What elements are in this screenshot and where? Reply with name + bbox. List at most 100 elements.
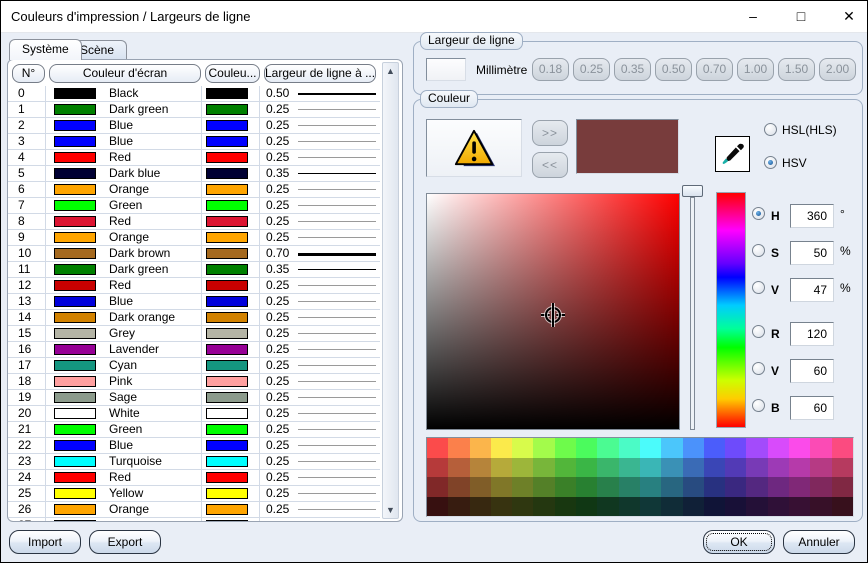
column-header-print-color[interactable]: Couleu...	[205, 64, 260, 83]
b-radio[interactable]	[752, 399, 765, 412]
preset-width-button[interactable]: 2.00	[819, 58, 856, 81]
table-row[interactable]: 5Dark blue0.35	[8, 166, 380, 182]
palette-swatch[interactable]	[491, 497, 512, 517]
column-header-screen-color[interactable]: Couleur d'écran	[49, 64, 201, 83]
palette-swatch[interactable]	[704, 477, 725, 497]
palette-swatch[interactable]	[768, 497, 789, 517]
s-radio[interactable]	[752, 244, 765, 257]
mode-hsl[interactable]: HSL(HLS)	[764, 122, 837, 137]
s-value-input[interactable]	[790, 241, 834, 265]
palette-swatch[interactable]	[576, 438, 597, 458]
palette-swatch[interactable]	[725, 477, 746, 497]
table-row[interactable]: 8Red0.25	[8, 214, 380, 230]
palette-swatch[interactable]	[470, 497, 491, 517]
table-row[interactable]: 10Dark brown0.70	[8, 246, 380, 262]
palette-swatch[interactable]	[683, 497, 704, 517]
hsv-radio[interactable]	[764, 156, 777, 169]
table-row[interactable]: 0Black0.50	[8, 86, 380, 102]
palette-swatch[interactable]	[768, 458, 789, 478]
palette-swatch[interactable]	[597, 477, 618, 497]
hue-gradient-bar[interactable]	[716, 192, 746, 428]
table-row[interactable]: 22Blue0.25	[8, 438, 380, 454]
palette-swatch[interactable]	[810, 458, 831, 478]
palette-swatch[interactable]	[725, 458, 746, 478]
palette-swatch[interactable]	[746, 497, 767, 517]
palette-swatch[interactable]	[491, 477, 512, 497]
preset-width-button[interactable]: 1.50	[778, 58, 815, 81]
palette-swatch[interactable]	[619, 458, 640, 478]
ok-button[interactable]: OK	[703, 530, 775, 554]
palette-swatch[interactable]	[683, 438, 704, 458]
preset-width-button[interactable]: 1.00	[737, 58, 774, 81]
table-row[interactable]: 1Dark green0.25	[8, 102, 380, 118]
palette-swatch[interactable]	[725, 438, 746, 458]
r-value-input[interactable]	[790, 322, 834, 346]
table-row[interactable]: 2Blue0.25	[8, 118, 380, 134]
palette-swatch[interactable]	[832, 438, 853, 458]
palette-swatch[interactable]	[619, 477, 640, 497]
table-row[interactable]: 27	[8, 518, 380, 522]
v-value-input[interactable]	[790, 278, 834, 302]
palette-swatch[interactable]	[661, 497, 682, 517]
export-button[interactable]: Export	[89, 530, 161, 554]
table-row[interactable]: 14Dark orange0.25	[8, 310, 380, 326]
palette-swatch[interactable]	[448, 458, 469, 478]
palette-swatch[interactable]	[661, 477, 682, 497]
palette-swatch[interactable]	[533, 477, 554, 497]
palette-swatch[interactable]	[470, 438, 491, 458]
eyedropper-button[interactable]	[715, 136, 750, 172]
palette-swatch[interactable]	[789, 477, 810, 497]
palette-swatch[interactable]	[640, 477, 661, 497]
palette-swatch[interactable]	[555, 477, 576, 497]
palette-swatch[interactable]	[789, 438, 810, 458]
palette-swatch[interactable]	[512, 497, 533, 517]
palette-swatch[interactable]	[597, 458, 618, 478]
palette-swatch[interactable]	[470, 458, 491, 478]
palette-swatch[interactable]	[491, 438, 512, 458]
maximize-button[interactable]: □	[784, 3, 818, 29]
color-crosshair[interactable]	[541, 303, 565, 327]
table-row[interactable]: 21Green0.25	[8, 422, 380, 438]
palette-swatch[interactable]	[810, 497, 831, 517]
hue-slider-handle[interactable]	[682, 185, 703, 197]
saturation-value-picker[interactable]	[426, 193, 680, 430]
palette-swatch[interactable]	[661, 458, 682, 478]
table-row[interactable]: 13Blue0.25	[8, 294, 380, 310]
palette-swatch[interactable]	[576, 477, 597, 497]
table-row[interactable]: 23Turquoise0.25	[8, 454, 380, 470]
b-value-input[interactable]	[790, 396, 834, 420]
hue-slider-track[interactable]	[690, 197, 695, 430]
palette-swatch[interactable]	[768, 477, 789, 497]
palette-swatch[interactable]	[619, 497, 640, 517]
palette-swatch[interactable]	[640, 497, 661, 517]
palette-swatch[interactable]	[704, 438, 725, 458]
table-row[interactable]: 24Red0.25	[8, 470, 380, 486]
palette-swatch[interactable]	[768, 438, 789, 458]
palette-swatch[interactable]	[512, 458, 533, 478]
palette-swatch[interactable]	[427, 477, 448, 497]
palette-swatch[interactable]	[810, 438, 831, 458]
minimize-button[interactable]: –	[736, 3, 770, 29]
column-header-number[interactable]: N°	[12, 64, 45, 83]
v-radio[interactable]	[752, 281, 765, 294]
palette-swatch[interactable]	[640, 438, 661, 458]
palette-swatch[interactable]	[512, 438, 533, 458]
palette-swatch[interactable]	[746, 477, 767, 497]
hsl-radio[interactable]	[764, 123, 777, 136]
cancel-button[interactable]: Annuler	[783, 530, 855, 554]
palette-swatch[interactable]	[789, 497, 810, 517]
table-row[interactable]: 19Sage0.25	[8, 390, 380, 406]
palette-swatch[interactable]	[533, 497, 554, 517]
palette-swatch[interactable]	[725, 497, 746, 517]
palette-swatch[interactable]	[683, 477, 704, 497]
table-row[interactable]: 9Orange0.25	[8, 230, 380, 246]
table-row[interactable]: 18Pink0.25	[8, 374, 380, 390]
palette-swatch[interactable]	[533, 458, 554, 478]
palette-swatch[interactable]	[555, 497, 576, 517]
palette-swatch[interactable]	[470, 477, 491, 497]
line-width-value-box[interactable]	[426, 58, 466, 81]
palette-swatch[interactable]	[640, 458, 661, 478]
palette-swatch[interactable]	[512, 477, 533, 497]
apply-back-button[interactable]: <<	[532, 152, 568, 178]
palette-swatch[interactable]	[427, 458, 448, 478]
